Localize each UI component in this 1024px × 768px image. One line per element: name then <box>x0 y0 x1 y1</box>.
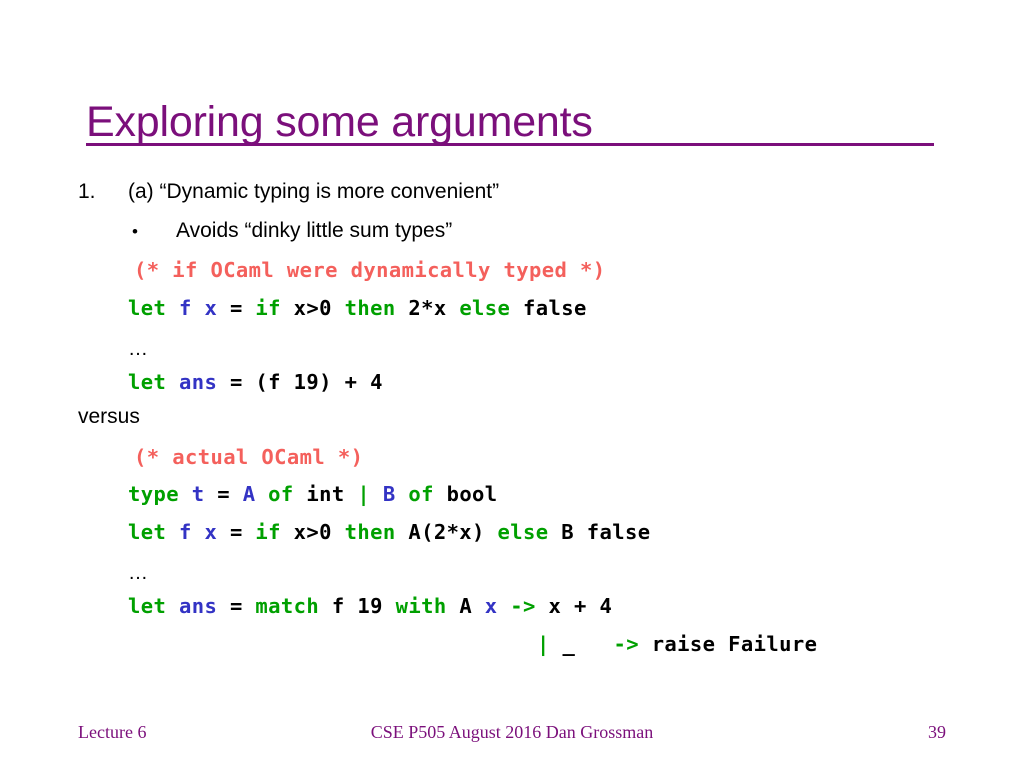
expr-then: A(2*x) <box>408 520 498 544</box>
code2-ellipsis: … <box>128 562 149 584</box>
sub-bullet-text: Avoids “dinky little sum types” <box>176 219 453 242</box>
code2-type-line: type t = A of int | B of bool <box>128 482 498 506</box>
type-int: int <box>306 482 358 506</box>
ctor-a: A <box>242 482 269 506</box>
op-eq: = <box>217 482 243 506</box>
expr-else: false <box>523 296 587 320</box>
code2-let-ans-line: let ans = match f 19 with A x -> x + 4 <box>128 594 612 618</box>
op-arrow: -> <box>613 632 652 656</box>
op-eq: = <box>229 594 256 618</box>
kw-with: with <box>395 594 460 618</box>
code1-ellipsis: … <box>128 338 149 360</box>
expr-cond: x>0 <box>293 520 345 544</box>
expr-cond: x>0 <box>293 296 345 320</box>
id-f-x: f x <box>178 520 230 544</box>
kw-of: of <box>268 482 307 506</box>
pattern-ctor-a: A <box>459 594 485 618</box>
code-comment: (* actual OCaml *) <box>134 445 364 469</box>
type-bool: bool <box>446 482 498 506</box>
id-f-x: f x <box>178 296 230 320</box>
code1-comment-line: (* if OCaml were dynamically typed *) <box>134 258 605 282</box>
id-t: t <box>191 482 218 506</box>
expr-scrutinee: f 19 <box>331 594 396 618</box>
kw-if: if <box>255 296 294 320</box>
pattern-wildcard: _ <box>562 632 614 656</box>
branch-body: x + 4 <box>548 594 613 618</box>
code1-let-f-line: let f x = if x>0 then 2*x else false <box>128 296 587 320</box>
id-ans: ans <box>178 370 230 394</box>
numbered-list-item-1: 1. (a) “Dynamic typing is more convenient… <box>78 180 499 204</box>
code-comment: (* if OCaml were dynamically typed *) <box>134 258 606 282</box>
bullet-dot-icon: • <box>132 222 138 241</box>
sub-bullet-item: • Avoids “dinky little sum types” <box>132 219 452 243</box>
code2-comment-line: (* actual OCaml *) <box>134 445 363 469</box>
expr-else: B false <box>561 520 651 544</box>
expr-body: = (f 19) + 4 <box>229 370 383 394</box>
code1-let-ans-line: let ans = (f 19) + 4 <box>128 370 383 394</box>
code2-let-f-line: let f x = if x>0 then A(2*x) else B fals… <box>128 520 650 544</box>
pattern-var-x: x <box>484 594 511 618</box>
op-eq: = <box>229 520 256 544</box>
id-ans: ans <box>178 594 230 618</box>
kw-of: of <box>408 482 447 506</box>
kw-type: type <box>128 482 192 506</box>
footer-page-number: 39 <box>928 722 946 742</box>
kw-let: let <box>128 520 179 544</box>
expr-then: 2*x <box>408 296 460 320</box>
slide-footer: Lecture 6 CSE P505 August 2016 Dan Gross… <box>0 722 1024 752</box>
op-bar: | <box>537 632 563 656</box>
kw-match: match <box>255 594 332 618</box>
page-title: Exploring some arguments <box>86 97 593 146</box>
kw-then: then <box>344 296 409 320</box>
op-bar: | <box>357 482 383 506</box>
op-arrow: -> <box>510 594 549 618</box>
numbered-item-text: (a) “Dynamic typing is more convenient” <box>128 180 500 203</box>
slide: Exploring some arguments 1. (a) “Dynamic … <box>0 0 1024 768</box>
kw-let: let <box>128 296 179 320</box>
kw-if: if <box>255 520 294 544</box>
versus-label: versus <box>78 405 140 428</box>
ctor-b: B <box>382 482 409 506</box>
list-number: 1. <box>78 180 96 203</box>
branch-body-raise: raise Failure <box>651 632 818 656</box>
code2-fallthrough-line: | _ -> raise Failure <box>537 632 817 656</box>
footer-course-label: CSE P505 August 2016 Dan Grossman <box>370 722 654 742</box>
kw-else: else <box>497 520 562 544</box>
kw-let: let <box>128 370 179 394</box>
title-underline-rule <box>86 143 934 146</box>
kw-else: else <box>459 296 524 320</box>
op-eq: = <box>229 296 256 320</box>
kw-then: then <box>344 520 409 544</box>
kw-let: let <box>128 594 179 618</box>
